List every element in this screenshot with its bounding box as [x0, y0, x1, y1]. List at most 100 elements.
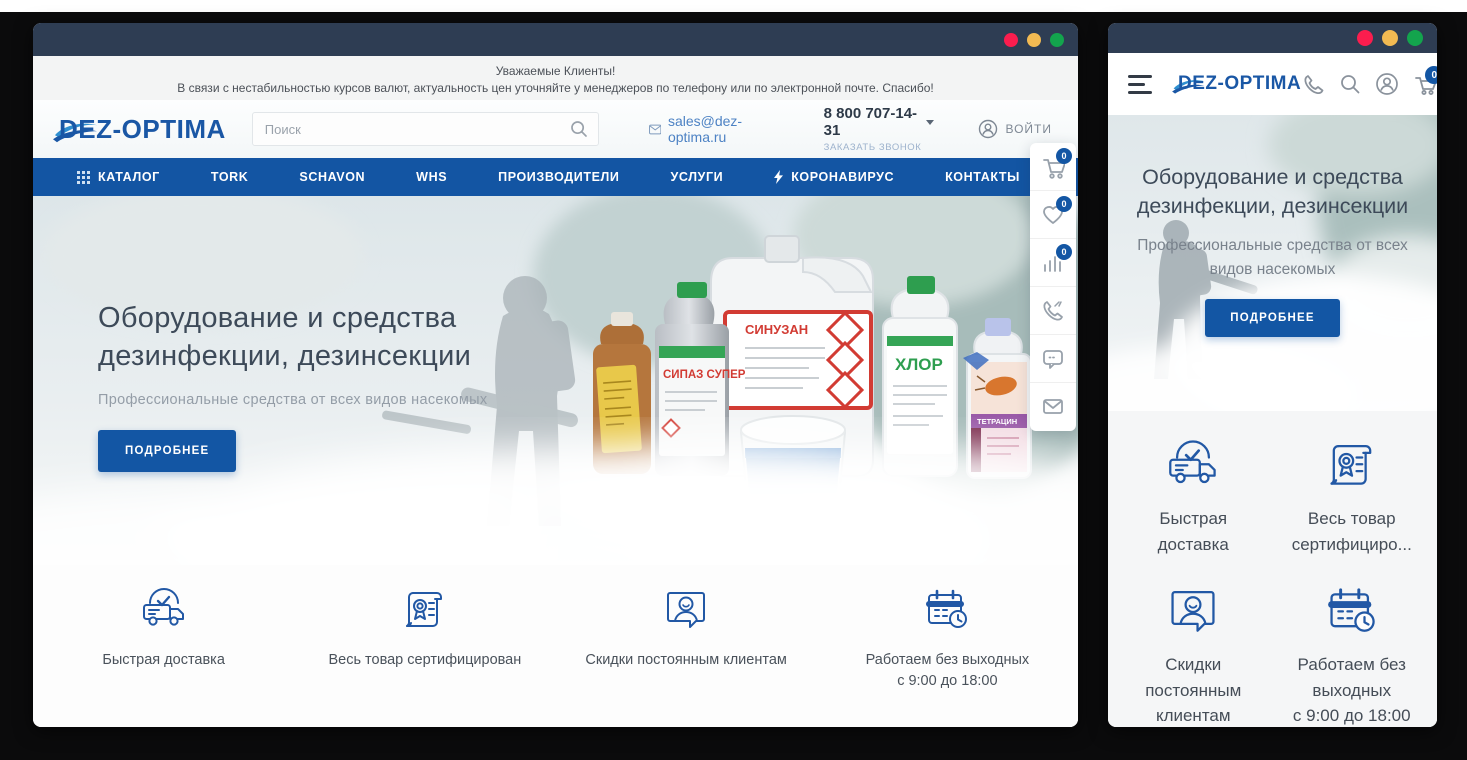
search-input[interactable]	[253, 122, 598, 137]
hero-cta-button[interactable]: ПОДРОБНЕЕ	[98, 430, 236, 472]
mobile-logo[interactable]: DEZ-OPTIMA	[1178, 73, 1301, 95]
svg-text:СИПАЗ СУПЕР: СИПАЗ СУПЕР	[663, 369, 746, 381]
account-icon[interactable]	[1375, 72, 1399, 96]
nav-label: TORK	[211, 170, 249, 184]
nav-item-schavon[interactable]: SCHAVON	[299, 170, 365, 184]
cart-count-badge: 0	[1425, 66, 1437, 84]
main-navigation: КАТАЛОГ TORK SCHAVON WHS ПРОИЗВОДИТЕЛИ У…	[33, 158, 1078, 196]
cart-icon[interactable]: 0	[1412, 72, 1436, 96]
nav-label: КОНТАКТЫ	[945, 170, 1020, 184]
feature-discounts: Скидки постоянным клиентам	[1114, 583, 1273, 727]
mobile-features-grid: Быстрая доставка Весь товар сертифициро.…	[1108, 411, 1437, 727]
nav-label: WHS	[416, 170, 447, 184]
chat-icon	[1041, 347, 1065, 371]
wishlist-count-badge: 0	[1056, 196, 1072, 212]
logo-text: DEZ-OPTIMA	[59, 114, 226, 145]
header-email: sales@dez-optima.ru	[649, 113, 786, 145]
chat-button[interactable]	[1030, 335, 1076, 383]
search-icon[interactable]	[1338, 72, 1362, 96]
hero-title: Оборудование и средства дезинфекции, дез…	[98, 300, 487, 375]
wishlist-button[interactable]: 0	[1030, 191, 1076, 239]
close-window-button[interactable]	[1004, 33, 1018, 47]
nav-item-katalog[interactable]: КАТАЛОГ	[77, 170, 160, 184]
feature-label-line1: Работаем без выходных	[817, 650, 1078, 671]
chevron-down-icon	[926, 120, 934, 125]
zoom-window-button[interactable]	[1050, 33, 1064, 47]
phone-number-text: 8 800 707-14-31	[824, 105, 921, 139]
mobile-browser-window: DEZ-OPTIMA	[1108, 23, 1437, 727]
notice-line2: В связи с нестабильностью курсов валют, …	[33, 80, 1078, 97]
hero-cta-button[interactable]: ПОДРОБНЕЕ	[1205, 299, 1339, 337]
feature-discounts: Скидки постоянным клиентам	[556, 585, 817, 727]
mobile-hero-text-block: Оборудование и средства дезинфекции, дез…	[1108, 163, 1437, 337]
nav-item-tork[interactable]: TORK	[211, 170, 249, 184]
nav-item-koronavirus[interactable]: КОРОНАВИРУС	[774, 170, 894, 184]
site-logo[interactable]: DEZ-OPTIMA	[59, 114, 226, 145]
delivery-truck-icon	[140, 585, 188, 629]
feature-fast-delivery: Быстрая доставка	[33, 585, 294, 727]
hero-title: Оборудование и средства дезинфекции, дез…	[1122, 163, 1423, 221]
mobile-hero-banner: Оборудование и средства дезинфекции, дез…	[1108, 115, 1437, 411]
header-phone-block: 8 800 707-14-31 ЗАКАЗАТЬ ЗВОНОК	[824, 105, 935, 153]
hero-title-line1: Оборудование и средства	[1122, 163, 1423, 192]
cart-count-badge: 0	[1056, 148, 1072, 164]
hero-banner: СИНУЗАН	[33, 196, 1078, 565]
feature-label: Весь товар сертифициро...	[1273, 506, 1432, 557]
screenshot-canvas: Уважаемые Клиенты! В связи с нестабильно…	[0, 0, 1467, 760]
hero-text-block: Оборудование и средства дезинфекции, дез…	[98, 300, 487, 472]
search-box	[252, 112, 599, 146]
svg-text:ТЕТРАЦИН: ТЕТРАЦИН	[977, 417, 1017, 426]
hero-title-line1: Оборудование и средства	[98, 300, 487, 338]
feature-label: Скидки постоянным клиентам	[556, 650, 817, 671]
svg-text:ХЛОР: ХЛОР	[895, 355, 943, 374]
nav-label: КОРОНАВИРУС	[791, 170, 894, 184]
callback-button[interactable]	[1030, 287, 1076, 335]
calendar-clock-icon	[923, 585, 971, 629]
phone-icon[interactable]	[1301, 72, 1325, 96]
feature-label: Скидки постоянным клиентам	[1114, 652, 1273, 727]
nav-label: SCHAVON	[299, 170, 365, 184]
zoom-window-button[interactable]	[1407, 30, 1423, 46]
notice-bar: Уважаемые Клиенты! В связи с нестабильно…	[33, 56, 1078, 100]
account-icon	[978, 119, 998, 139]
cart-button[interactable]: 0	[1030, 143, 1076, 191]
hero-title-line2: дезинфекции, дезинсекции	[98, 338, 487, 376]
nav-item-uslugi[interactable]: УСЛУГИ	[671, 170, 724, 184]
search-icon[interactable]	[568, 119, 590, 141]
features-row: Быстрая доставка Весь товар сертифициров…	[33, 565, 1078, 727]
calendar-clock-icon	[1324, 583, 1380, 633]
phone-number[interactable]: 8 800 707-14-31	[824, 105, 935, 139]
notice-line1: Уважаемые Клиенты!	[33, 62, 1078, 80]
compare-count-badge: 0	[1056, 244, 1072, 260]
nav-item-kontakty[interactable]: КОНТАКТЫ	[945, 170, 1020, 184]
login-button[interactable]: ВОЙТИ	[978, 119, 1052, 139]
floating-side-panel: 0 0 0	[1030, 143, 1076, 431]
login-label: ВОЙТИ	[1005, 122, 1052, 136]
minimize-window-button[interactable]	[1027, 33, 1041, 47]
mobile-titlebar[interactable]	[1108, 23, 1437, 53]
minimize-window-button[interactable]	[1382, 30, 1398, 46]
feature-label: Быстрая доставка	[33, 650, 294, 671]
site-header: DEZ-OPTIMA sales@dez-optima.ru 8 800	[33, 100, 1078, 158]
callback-link[interactable]: ЗАКАЗАТЬ ЗВОНОК	[824, 142, 935, 153]
nav-item-proizvoditeli[interactable]: ПРОИЗВОДИТЕЛИ	[498, 170, 619, 184]
feature-open-hours: Работаем без выходных с 9:00 до 18:00	[1273, 583, 1432, 727]
client-support-icon	[662, 585, 710, 629]
grid-icon	[77, 171, 90, 184]
hero-subtitle: Профессиональные средства от всех видов …	[98, 392, 487, 408]
compare-button[interactable]: 0	[1030, 239, 1076, 287]
delivery-truck-icon	[1165, 437, 1221, 487]
lightning-icon	[774, 170, 783, 184]
feature-label: Весь товар сертифицирован	[294, 650, 555, 671]
feature-label-line2: с 9:00 до 18:00	[817, 671, 1078, 692]
svg-text:СИНУЗАН: СИНУЗАН	[745, 322, 808, 337]
logo-text: DEZ-OPTIMA	[1178, 73, 1301, 95]
desktop-titlebar[interactable]	[33, 23, 1078, 56]
mail-button[interactable]	[1030, 383, 1076, 431]
close-window-button[interactable]	[1357, 30, 1373, 46]
hamburger-menu-icon[interactable]	[1128, 75, 1152, 94]
nav-item-whs[interactable]: WHS	[416, 170, 447, 184]
feature-label: Быстрая доставка	[1114, 506, 1273, 557]
feature-open-hours: Работаем без выходных с 9:00 до 18:00	[817, 585, 1078, 727]
email-link[interactable]: sales@dez-optima.ru	[668, 113, 786, 145]
